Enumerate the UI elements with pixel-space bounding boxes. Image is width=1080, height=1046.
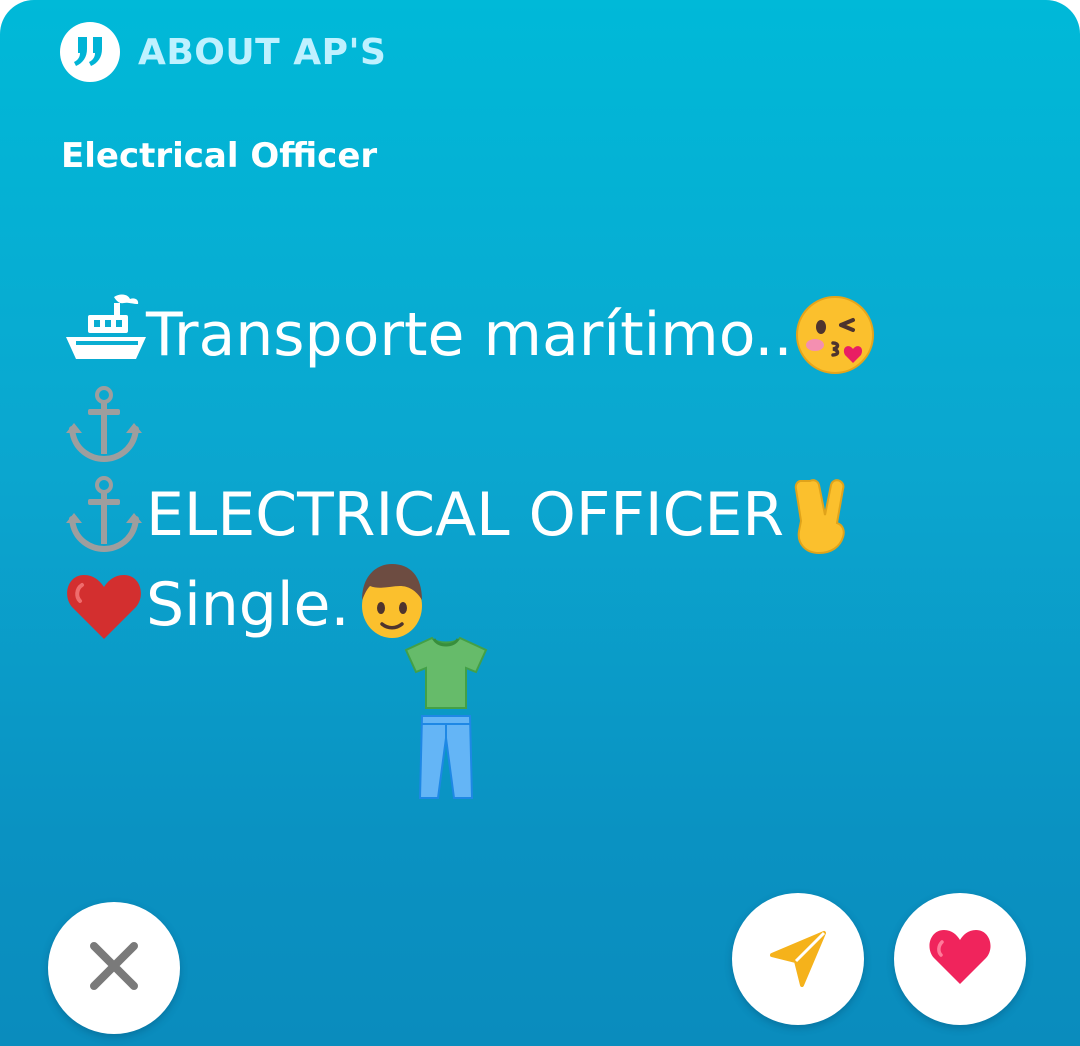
bio-text: Transporte marítimo.. ELECTRICAL OFFICER…: [62, 290, 1022, 650]
bio-line: Transporte marítimo..: [62, 290, 1022, 380]
quote-icon: [60, 22, 120, 82]
kissing-face-icon: [793, 293, 877, 377]
bio-line-4: Single.: [146, 570, 350, 640]
jeans-icon: [418, 714, 474, 800]
bio-line: ELECTRICAL OFFICER: [62, 470, 1022, 560]
section-title: ABOUT AP'S: [138, 31, 387, 73]
send-message-button[interactable]: [732, 893, 864, 1025]
profile-card: ABOUT AP'S Electrical Officer Transporte…: [0, 0, 1080, 1046]
t-shirt-icon: [404, 634, 488, 714]
heart-icon: [928, 928, 992, 990]
bio-line: Single.: [62, 560, 1022, 650]
bio-line-3: ELECTRICAL OFFICER: [146, 480, 785, 550]
close-icon: [88, 940, 140, 996]
victory-hand-icon: [784, 473, 868, 557]
anchor-icon: [62, 473, 146, 557]
bio-line-1: Transporte marítimo..: [146, 300, 793, 370]
send-icon: [768, 927, 828, 991]
job-title: Electrical Officer: [61, 136, 378, 176]
about-header: ABOUT AP'S: [60, 22, 386, 82]
bio-line: [62, 380, 1022, 470]
like-button[interactable]: [894, 893, 1026, 1025]
anchor-icon: [62, 383, 146, 467]
ship-icon: [62, 293, 146, 377]
dislike-button[interactable]: [48, 902, 180, 1034]
red-heart-icon: [62, 563, 146, 647]
